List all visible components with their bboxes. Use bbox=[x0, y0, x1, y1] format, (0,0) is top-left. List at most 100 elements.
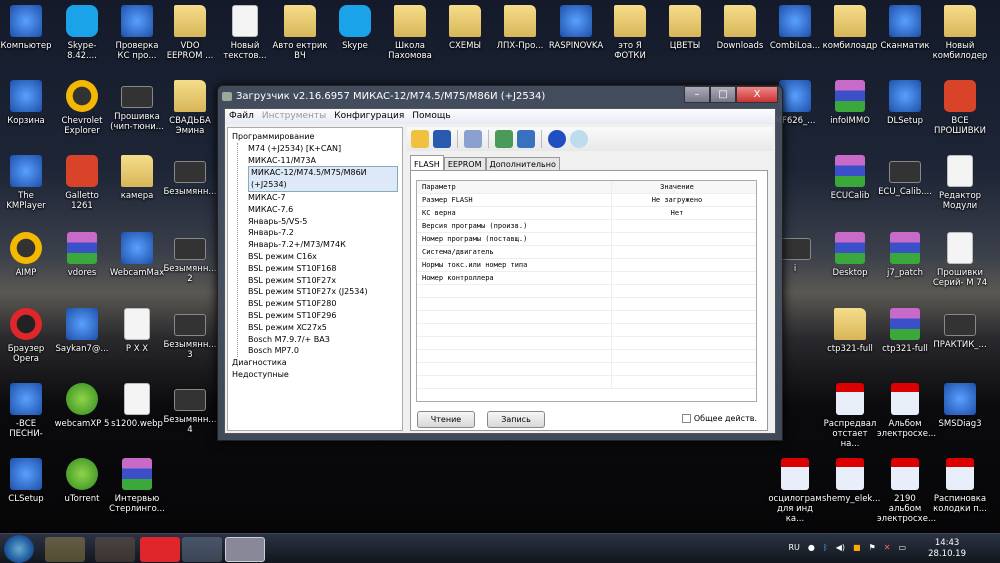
ecu-tree[interactable]: Программирование М74 (+J2534) [K+CAN] МИК… bbox=[227, 127, 403, 431]
desktop-icon[interactable]: СХЕМЫ bbox=[437, 5, 493, 51]
desktop-icon[interactable]: CombiLoa... bbox=[767, 5, 823, 51]
tree-item[interactable]: МИКАС-11/М73А bbox=[248, 155, 398, 167]
desktop-icon[interactable]: ЦВЕТЫ bbox=[657, 5, 713, 51]
desktop-icon[interactable]: Браузер Opera bbox=[0, 308, 54, 364]
maximize-button[interactable]: □ bbox=[710, 86, 736, 103]
desktop-icon[interactable]: Desktop bbox=[822, 232, 878, 278]
desktop-icon[interactable]: s1200.webp bbox=[109, 383, 165, 429]
desktop-icon[interactable]: ECU_Calib.... bbox=[877, 155, 933, 197]
table-row[interactable]: Версия програмы (произв.) bbox=[417, 220, 756, 233]
taskbar-paint[interactable] bbox=[95, 537, 135, 562]
check-icon[interactable] bbox=[464, 130, 482, 148]
tree-item[interactable]: BSL режим ST10F280 bbox=[248, 298, 398, 310]
tree-item[interactable]: Январь-7.2 bbox=[248, 227, 398, 239]
table-row[interactable]: КС верна Нет bbox=[417, 207, 756, 220]
taskbar-loader[interactable] bbox=[225, 537, 265, 562]
table-row[interactable] bbox=[417, 363, 756, 376]
write-button[interactable]: Запись bbox=[487, 411, 545, 428]
desktop-icon[interactable]: shemy_elek... bbox=[822, 458, 880, 504]
desktop-icon[interactable]: Альбом электросхе... bbox=[877, 383, 936, 439]
tree-item[interactable]: BSL режим ST10F27x (J2534) bbox=[248, 286, 398, 298]
menu-config[interactable]: Конфигурация bbox=[334, 111, 404, 122]
tree-item[interactable]: Bosch M7.9.7/+ ВАЗ bbox=[248, 334, 398, 346]
tab-additional[interactable]: Дополнительно bbox=[485, 157, 560, 171]
desktop-icon[interactable]: Безымянн... 2 bbox=[162, 232, 218, 284]
table-row[interactable]: Система/двигатель bbox=[417, 246, 756, 259]
read-ecu-icon[interactable] bbox=[495, 130, 513, 148]
tree-item[interactable]: BSL режим ST10F296 bbox=[248, 310, 398, 322]
desktop-icon[interactable]: Компьютер bbox=[0, 5, 54, 51]
desktop-icon[interactable]: VDO EEPROM ... bbox=[162, 5, 218, 61]
desktop-icon[interactable]: Новый комбилодер bbox=[932, 5, 988, 61]
close-button[interactable]: X bbox=[736, 86, 778, 103]
desktop-icon[interactable]: Сканматик bbox=[877, 5, 933, 51]
desktop-icon[interactable]: Skype-8.42.... bbox=[54, 5, 110, 61]
read-button[interactable]: Чтение bbox=[417, 411, 475, 428]
desktop-icon[interactable]: Прошивка (чип-тюни... bbox=[109, 80, 165, 132]
desktop-icon[interactable]: СВАДЬБА Эмина bbox=[162, 80, 218, 136]
tree-item[interactable]: МИКАС-12/М74.5/М75/М86И (+J2534) bbox=[248, 166, 398, 192]
desktop-icon[interactable]: Galletto 1261 bbox=[54, 155, 110, 211]
desktop-icon[interactable]: Безымянн... 3 bbox=[162, 308, 218, 360]
desktop-icon[interactable]: AIMP bbox=[0, 232, 54, 278]
start-button[interactable] bbox=[4, 535, 34, 563]
desktop-icon[interactable]: Downloads bbox=[712, 5, 768, 51]
desktop-icon[interactable]: Распиновка колодки п... bbox=[932, 458, 988, 514]
table-row[interactable] bbox=[417, 376, 756, 389]
desktop-icon[interactable]: ПРАКТИК_... bbox=[932, 308, 988, 350]
network-icon[interactable]: ▭ bbox=[898, 543, 906, 552]
taskbar-opera[interactable] bbox=[140, 537, 180, 562]
desktop-icon[interactable]: ЛПХ-Про... bbox=[492, 5, 548, 51]
desktop-icon[interactable]: Школа Пахомова bbox=[382, 5, 438, 61]
desktop-icon[interactable]: RASPINOVKA bbox=[548, 5, 604, 51]
desktop-icon[interactable]: это Я ФОТКИ bbox=[602, 5, 658, 61]
table-row[interactable] bbox=[417, 311, 756, 324]
power-icon[interactable]: ✕ bbox=[884, 543, 891, 552]
table-row[interactable]: Нормы токс.или номер типа bbox=[417, 259, 756, 272]
desktop-icon[interactable]: DLSetup bbox=[877, 80, 933, 126]
desktop-icon[interactable]: vdores bbox=[54, 232, 110, 278]
clock[interactable]: 14:43 28.10.19 bbox=[928, 538, 966, 560]
desktop-icon[interactable]: 2190 альбом электросхе... bbox=[877, 458, 936, 524]
desktop-icon[interactable]: CLSetup bbox=[0, 458, 54, 504]
desktop-icon[interactable]: Skype bbox=[327, 5, 383, 51]
desktop-icon[interactable]: Проверка КС про... bbox=[109, 5, 165, 61]
taskbar-calculator[interactable] bbox=[182, 537, 222, 562]
desktop-icon[interactable]: осцилограм для инд ка... bbox=[767, 458, 823, 524]
tree-item[interactable]: МИКАС-7.6 bbox=[248, 204, 398, 216]
volume-icon[interactable]: ◀) bbox=[836, 543, 845, 552]
desktop-icon[interactable]: webcamXP 5 bbox=[54, 383, 110, 429]
tree-item[interactable]: М74 (+J2534) [K+CAN] bbox=[248, 143, 398, 155]
desktop-icon[interactable]: SMSDiag3 bbox=[932, 383, 988, 429]
tree-item[interactable]: Январь-5/VS-5 bbox=[248, 216, 398, 228]
desktop-icon[interactable]: ctp321-full bbox=[877, 308, 933, 354]
tab-flash[interactable]: FLASH bbox=[410, 155, 444, 171]
desktop-icon[interactable]: ECUCalib bbox=[822, 155, 878, 201]
write-ecu-icon[interactable] bbox=[517, 130, 535, 148]
desktop-icon[interactable]: Saykan7@... bbox=[54, 308, 110, 354]
tree-item[interactable]: BSL режим ST10F168 bbox=[248, 263, 398, 275]
desktop-icon[interactable]: Chevrolet Explorer bbox=[54, 80, 110, 136]
menu-tools[interactable]: Инструменты bbox=[262, 111, 326, 122]
taskbar-explorer[interactable] bbox=[45, 537, 85, 562]
tree-unavailable[interactable]: Недоступные bbox=[232, 369, 398, 381]
help-icon[interactable] bbox=[548, 130, 566, 148]
tree-item[interactable]: BSL режим XC27x5 bbox=[248, 322, 398, 334]
tree-item[interactable]: Bosch MP7.0 bbox=[248, 345, 398, 357]
tree-diagnostics[interactable]: Диагностика bbox=[232, 357, 398, 369]
info-icon[interactable] bbox=[570, 130, 588, 148]
desktop-icon[interactable]: Безымянн... bbox=[162, 155, 218, 197]
desktop-icon[interactable]: Интервью Стерлинго... bbox=[109, 458, 165, 514]
desktop-icon[interactable]: WebcamMax bbox=[109, 232, 165, 278]
desktop-icon[interactable]: Новый текстов... bbox=[217, 5, 273, 61]
language-indicator[interactable]: RU bbox=[789, 543, 800, 552]
tab-eeprom[interactable]: EEPROM bbox=[443, 157, 486, 171]
bluetooth-icon[interactable]: ᛒ bbox=[823, 543, 828, 552]
table-row[interactable] bbox=[417, 324, 756, 337]
desktop-icon[interactable]: infoIMMO bbox=[822, 80, 878, 126]
common-action-checkbox[interactable]: Общее действ. bbox=[681, 414, 757, 423]
open-icon[interactable] bbox=[411, 130, 429, 148]
tree-root-programming[interactable]: Программирование bbox=[232, 131, 398, 143]
desktop-icon[interactable]: ВСЕ ПРОШИВКИ bbox=[932, 80, 988, 136]
desktop-icon[interactable]: Прошивки Серий- М 74 bbox=[932, 232, 988, 288]
